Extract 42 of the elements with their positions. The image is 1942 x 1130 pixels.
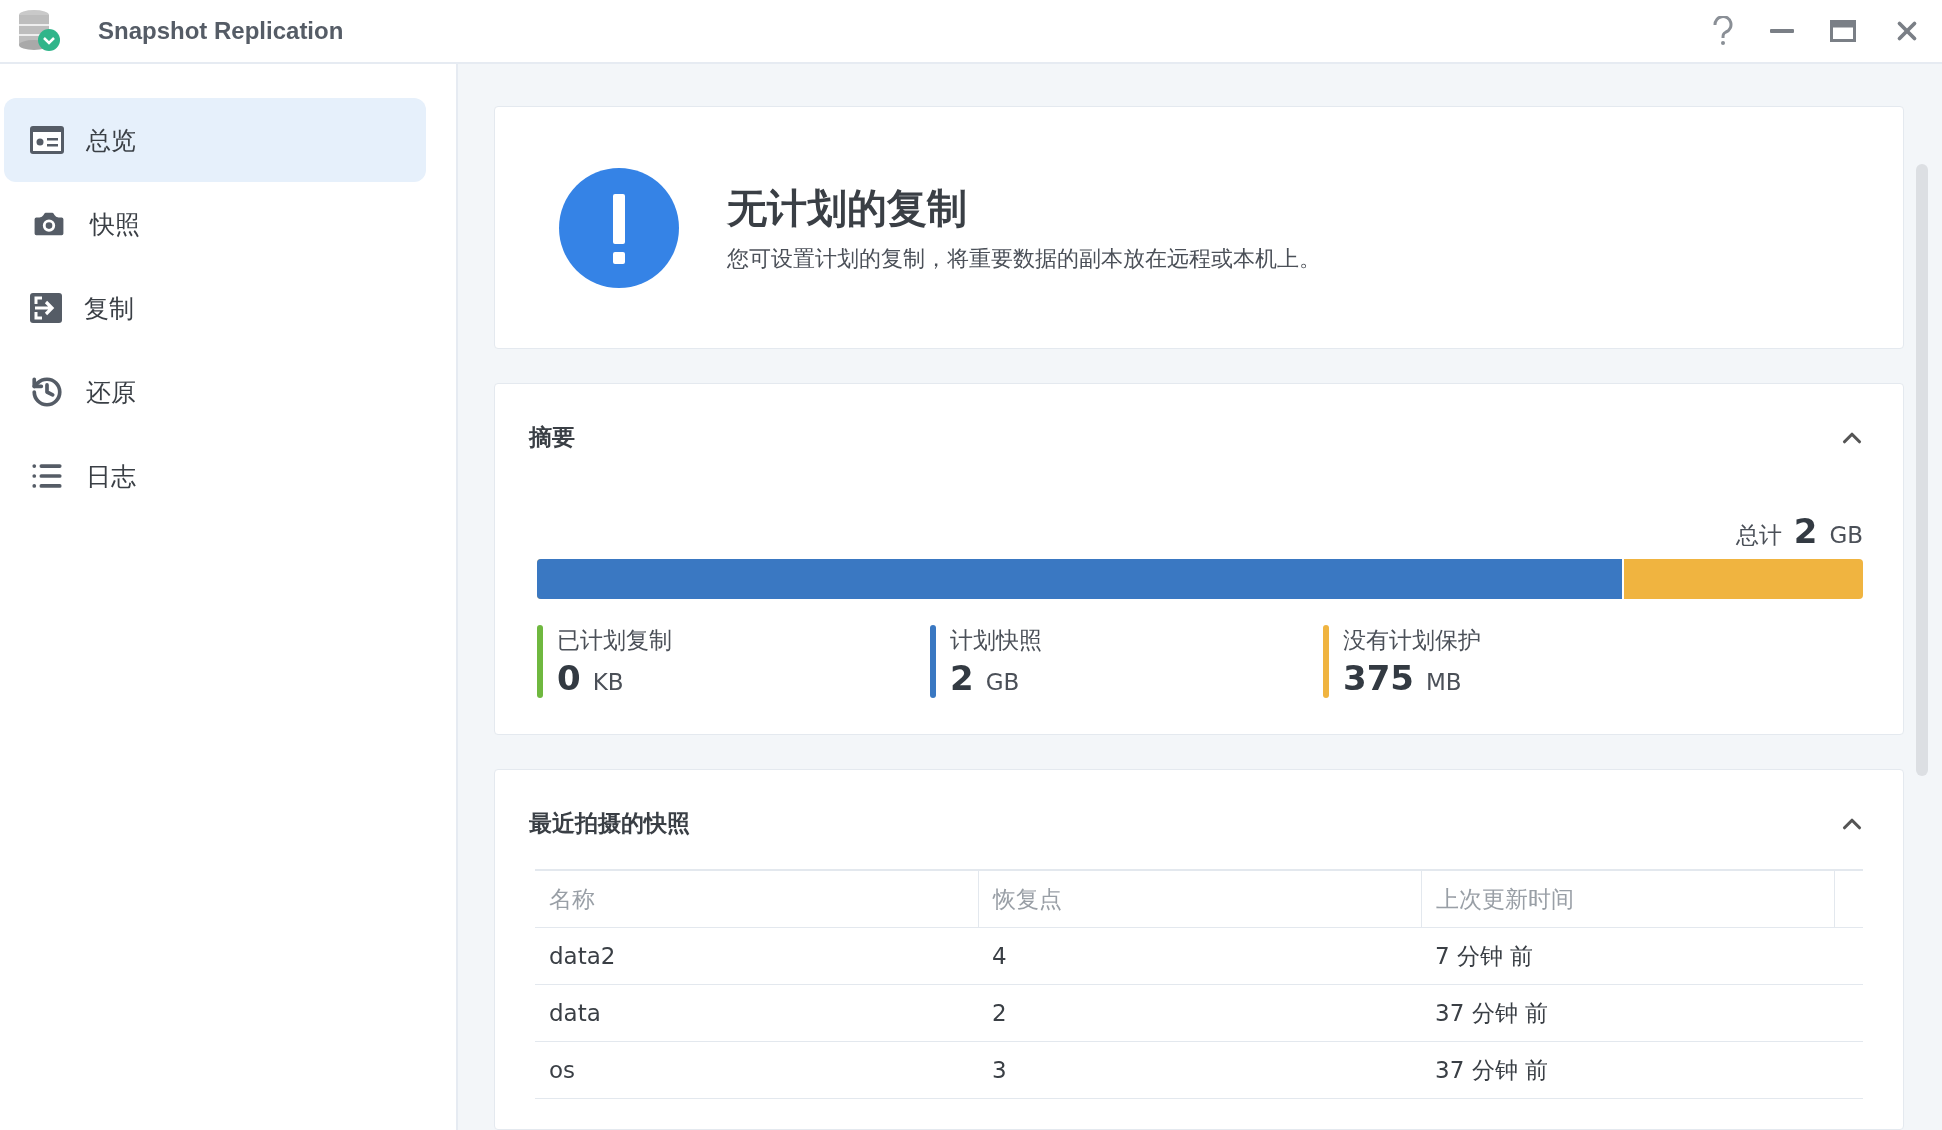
window-title: Snapshot Replication: [98, 17, 344, 45]
legend-value: 375: [1343, 658, 1414, 698]
sidebar-item-label: 日志: [86, 460, 136, 493]
notice-title: 无计划的复制: [727, 184, 968, 233]
sidebar-item[interactable]: 快照: [4, 182, 426, 266]
total-label: 总计: [1735, 521, 1782, 550]
arrow-box-icon: [30, 293, 62, 323]
section-title: 最近拍摄的快照: [529, 809, 690, 838]
notice-text: 您可设置计划的复制，将重要数据的副本放在远程或本机上。: [727, 245, 1321, 273]
app-logo-icon: [16, 9, 62, 53]
table-cell: 37 分钟 前: [1421, 1041, 1835, 1099]
table-cell: 37 分钟 前: [1421, 984, 1835, 1042]
history-icon: [30, 375, 64, 409]
sidebar-item-label: 快照: [90, 208, 140, 241]
legend-unit: GB: [985, 669, 1020, 695]
alert-icon: [559, 167, 679, 288]
table-cell: 7 分钟 前: [1421, 927, 1835, 985]
total-unit: GB: [1829, 522, 1863, 548]
legend-value: 2: [950, 658, 974, 698]
total-value: 2: [1793, 511, 1818, 551]
table-cell: 4: [978, 927, 1421, 985]
legend-label: 没有计划保护: [1343, 626, 1481, 655]
id-card-icon: [30, 126, 64, 154]
sidebar-item-label: 总览: [86, 124, 136, 157]
table-cell: os: [535, 1041, 979, 1099]
table-cell: 3: [978, 1041, 1421, 1099]
section-title: 摘要: [529, 423, 575, 452]
legend-label: 已计划复制: [557, 626, 672, 655]
sidebar-item[interactable]: 日志: [4, 434, 426, 518]
legend-value: 0: [557, 658, 581, 698]
sidebar-item[interactable]: 复制: [4, 266, 426, 350]
legend-unit: KB: [592, 669, 624, 695]
legend-unit: MB: [1426, 669, 1462, 695]
table-cell: data2: [535, 927, 979, 985]
legend-label: 计划快照: [950, 626, 1042, 655]
table-cell: 2: [978, 984, 1421, 1042]
table-cell: data: [535, 984, 979, 1042]
sidebar-item-label: 复制: [84, 292, 134, 325]
sidebar-item[interactable]: 总览: [4, 98, 426, 182]
sidebar-item-label: 还原: [86, 376, 136, 409]
sidebar-item[interactable]: 还原: [4, 350, 426, 434]
minimize-icon: [1770, 29, 1794, 33]
